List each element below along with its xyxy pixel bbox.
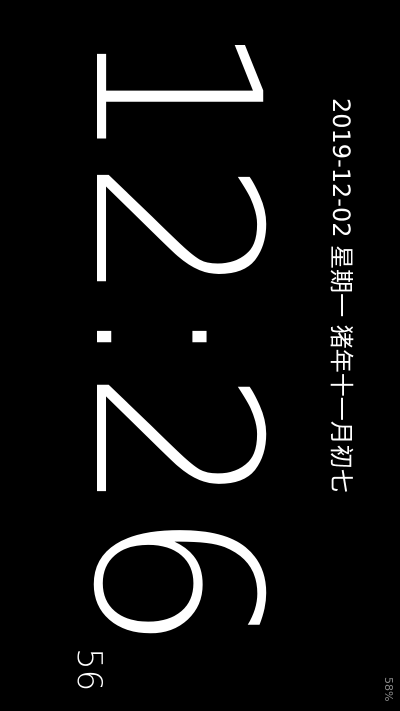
- clock-time: 12:26: [43, 20, 309, 648]
- battery-level: 58%: [382, 677, 395, 702]
- date-line: 2019-12-02 星期一 猪年十一月初七: [327, 98, 355, 493]
- clock-screen: 12:26 56 2019-12-02 星期一 猪年十一月初七 58%: [0, 0, 400, 711]
- clock-seconds: 56: [69, 648, 109, 692]
